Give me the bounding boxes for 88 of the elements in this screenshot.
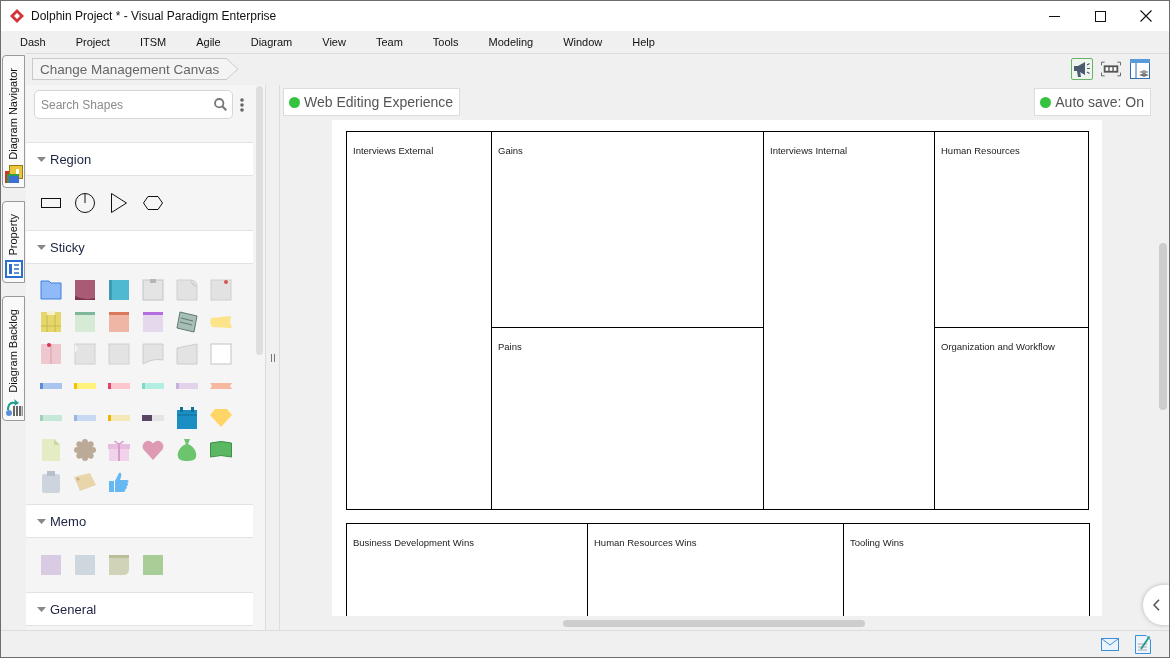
close-icon: [1140, 10, 1152, 22]
menu-item[interactable]: Team: [360, 33, 418, 51]
folder-icon[interactable]: [40, 280, 62, 300]
taped-note-icon[interactable]: [40, 311, 62, 333]
notepad-icon[interactable]: [176, 311, 198, 333]
arrow-bars-icon: [4, 398, 23, 417]
horizontal-scrollbar-thumb[interactable]: [563, 620, 865, 627]
minimize-icon: [1048, 15, 1060, 17]
clipped-note-icon[interactable]: [142, 279, 164, 301]
note-icon[interactable]: [176, 343, 198, 365]
side-tab[interactable]: Property: [2, 200, 25, 284]
thumbs-up-icon[interactable]: [109, 472, 129, 492]
search-icon: [214, 98, 227, 111]
envelope-icon[interactable]: [1101, 637, 1119, 651]
side-tab[interactable]: Diagram Navigator: [2, 55, 25, 188]
folders-icon: [4, 164, 23, 183]
layout-button[interactable]: [1129, 58, 1151, 80]
menu-item[interactable]: Window: [548, 33, 618, 51]
section-header[interactable]: General: [26, 592, 253, 626]
note-icon[interactable]: [108, 343, 130, 365]
property-sheet-icon: [4, 260, 23, 279]
memo-note-icon[interactable]: [40, 554, 62, 576]
block-title: Interviews Internal: [770, 145, 848, 156]
section-header[interactable]: Memo: [26, 504, 253, 538]
block-title: Pains: [498, 340, 522, 352]
search-field[interactable]: Search Shapes: [34, 90, 233, 119]
section-header[interactable]: Sticky: [26, 230, 253, 264]
block-title: Interviews External: [353, 145, 434, 156]
menu-item[interactable]: Diagram: [235, 33, 308, 51]
money-bag-icon[interactable]: [177, 439, 197, 461]
heart-icon[interactable]: [142, 440, 164, 460]
page-icon[interactable]: [42, 439, 60, 461]
collapse-panel-button[interactable]: [1143, 585, 1169, 625]
memo-note-icon[interactable]: [142, 554, 164, 576]
menu-item[interactable]: Tools: [417, 33, 474, 51]
splitter-grip-icon[interactable]: [270, 353, 275, 362]
side-tab[interactable]: Diagram Backlog: [2, 296, 25, 422]
gem-icon[interactable]: [210, 409, 232, 427]
megaphone-button[interactable]: [1071, 58, 1093, 80]
clipboard-icon[interactable]: [42, 471, 60, 493]
calendar-icon[interactable]: [176, 407, 198, 429]
chevron-left-icon: [1153, 599, 1160, 611]
menu-item[interactable]: ITSM: [124, 33, 182, 51]
menu-item[interactable]: Help: [617, 33, 670, 51]
tape-strip-icon[interactable]: [108, 382, 130, 390]
block-title: Gains: [498, 145, 523, 156]
hexagon-icon[interactable]: [143, 196, 163, 210]
banner-icon[interactable]: [210, 441, 232, 459]
menu-item[interactable]: Dash: [5, 33, 61, 51]
memo-note-icon[interactable]: [108, 554, 130, 576]
rectangle-icon[interactable]: [41, 198, 61, 208]
vertical-scrollbar-thumb[interactable]: [1158, 243, 1167, 410]
curled-note-icon[interactable]: [176, 279, 198, 301]
section-header[interactable]: Region: [26, 142, 253, 176]
more-options-icon[interactable]: [240, 97, 244, 112]
menu-item[interactable]: Agile: [181, 33, 236, 51]
note-icon[interactable]: [74, 343, 96, 365]
memo-note-icon[interactable]: [74, 554, 96, 576]
status-badge[interactable]: Web Editing Experience: [283, 88, 461, 116]
sticky-note-icon[interactable]: [74, 279, 96, 301]
block-title: Organization and Workflow: [941, 340, 1055, 352]
pinned-note-icon[interactable]: [40, 343, 62, 365]
triangle-icon[interactable]: [111, 193, 127, 213]
block-title: Human Resources Wins: [594, 537, 697, 548]
document-pen-icon[interactable]: [1135, 634, 1151, 654]
block-title: Human Resources: [941, 145, 1020, 156]
menu-item[interactable]: Modeling: [473, 33, 549, 51]
breadcrumb-item[interactable]: Change Management Canvas: [32, 58, 239, 80]
maximize-icon: [1094, 10, 1106, 22]
seal-icon[interactable]: [74, 439, 96, 461]
note-icon[interactable]: [210, 343, 232, 365]
gift-icon[interactable]: [108, 439, 130, 461]
note-icon[interactable]: [142, 343, 164, 365]
frame-icon: [1101, 61, 1121, 77]
status-badge[interactable]: Auto save: On: [1034, 88, 1151, 116]
diamond-logo-icon: [10, 9, 24, 23]
tape-strip-icon[interactable]: [142, 414, 164, 422]
block-title: Business Development Wins: [353, 537, 474, 548]
pinned-note-icon[interactable]: [210, 279, 232, 301]
block-title: Tooling Wins: [850, 537, 904, 548]
tape-icon[interactable]: [210, 316, 232, 328]
menu-item[interactable]: Project: [60, 33, 125, 51]
window-layers-icon: [1130, 59, 1150, 79]
circle-icon[interactable]: [75, 193, 95, 213]
megaphone-icon: [1074, 61, 1090, 77]
window-title: Dolphin Project * - Visual Paradigm Enterprise: [31, 9, 277, 23]
menu-item[interactable]: View: [307, 33, 361, 51]
tag-icon[interactable]: [74, 473, 96, 491]
